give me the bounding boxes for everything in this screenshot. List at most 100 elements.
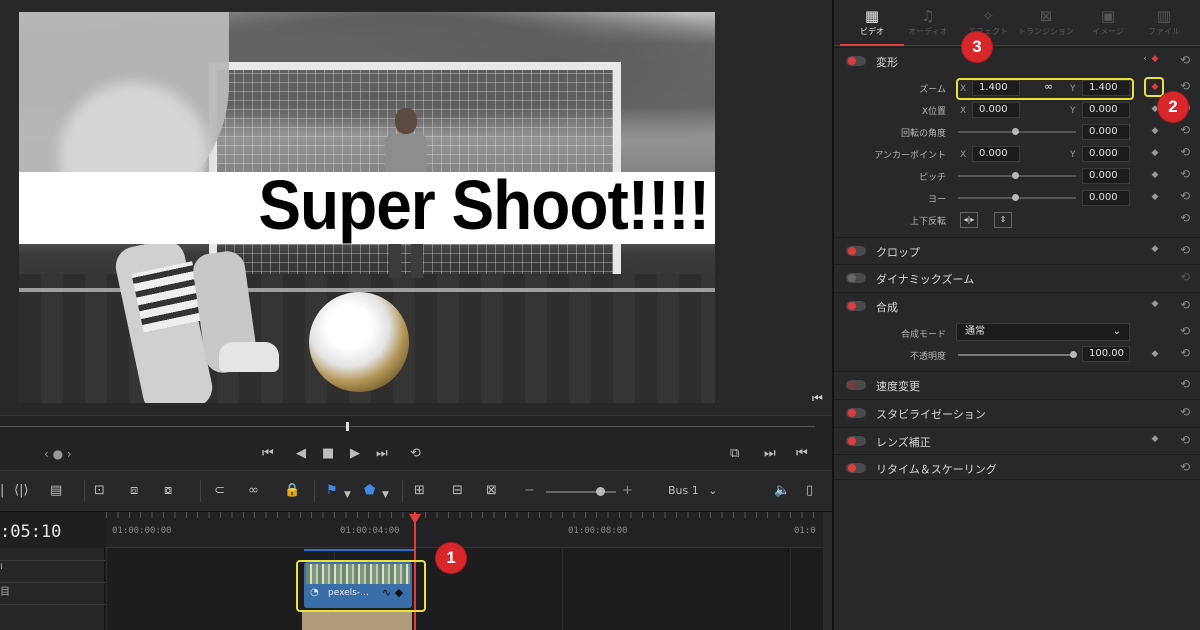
flag-dropdown-icon[interactable]: ▼: [344, 487, 351, 503]
timeline-scrollbar[interactable]: [823, 512, 832, 630]
reset-icon[interactable]: ⟲: [1180, 405, 1190, 419]
keyframe-diamond-icon[interactable]: ◆: [1150, 148, 1160, 158]
section-lens-correction[interactable]: レンズ補正 ◆ ⟲: [834, 427, 1200, 453]
keyframe-diamond-icon[interactable]: ◆: [1150, 244, 1160, 254]
flip-vertical-icon[interactable]: ⇕: [994, 212, 1012, 228]
tab-audio[interactable]: ♫ オーディオ: [896, 6, 960, 46]
stop-icon[interactable]: ■: [322, 446, 334, 462]
insert-clip-icon[interactable]: ⊡: [94, 483, 105, 499]
reset-icon[interactable]: ⟲: [1180, 243, 1190, 257]
lens-toggle[interactable]: [846, 436, 866, 446]
section-transform[interactable]: 変形 ‹ ◆ ⟲: [834, 47, 1200, 73]
replace-clip-icon[interactable]: ⧇: [164, 483, 172, 499]
position-y-field[interactable]: 0.000: [1082, 102, 1130, 118]
loop-icon[interactable]: ⟲: [410, 446, 421, 462]
reset-icon[interactable]: ⟲: [1180, 123, 1190, 137]
lock-icon[interactable]: 🔒: [284, 483, 300, 499]
trim-tool-icon[interactable]: |: [0, 483, 4, 499]
keyframe-diamond-icon[interactable]: ◆: [1150, 170, 1160, 180]
reset-icon[interactable]: ⟲: [1180, 324, 1190, 338]
scrub-head[interactable]: [346, 422, 349, 431]
keyframe-diamond-icon[interactable]: ◆: [1150, 434, 1160, 444]
speaker-icon[interactable]: 🔈: [774, 483, 790, 499]
zoom-in-icon[interactable]: +: [622, 483, 633, 499]
rotation-field[interactable]: 0.000: [1082, 124, 1130, 140]
position-x-field[interactable]: 0.000: [972, 102, 1020, 118]
section-retime-scaling[interactable]: リタイム＆スケーリング ⟲: [834, 454, 1200, 480]
marker-dropdown-icon[interactable]: ▼: [382, 487, 389, 503]
track-header-video[interactable]: ı: [0, 560, 105, 582]
tab-video[interactable]: ▦ ビデオ: [840, 6, 904, 46]
tab-file[interactable]: ▥ ファイル: [1132, 6, 1196, 46]
composite-mode-dropdown[interactable]: 通常 ⌄: [956, 323, 1130, 341]
pitch-slider-knob[interactable]: [1012, 172, 1019, 179]
play-icon[interactable]: ▶: [350, 446, 360, 462]
opacity-slider[interactable]: [958, 354, 1076, 356]
retime-toggle[interactable]: [846, 463, 866, 473]
yaw-slider-knob[interactable]: [1012, 194, 1019, 201]
keyframe-diamond-icon[interactable]: ◆: [1150, 126, 1160, 136]
opacity-field[interactable]: 100.00: [1082, 346, 1130, 362]
flip-horizontal-icon[interactable]: ◂|▸: [960, 212, 978, 228]
play-reverse-icon[interactable]: ◀: [296, 446, 306, 462]
audio-bus-dropdown[interactable]: Bus 1 ⌄: [668, 484, 717, 497]
marker-icon[interactable]: ⬟: [364, 483, 375, 499]
reset-icon[interactable]: ⟲: [1180, 79, 1190, 93]
zoom-detail-icon[interactable]: ⊟: [452, 483, 463, 499]
composite-toggle[interactable]: [846, 301, 866, 311]
anchor-x-field[interactable]: 0.000: [972, 146, 1020, 162]
section-stabilization[interactable]: スタビライゼーション ⟲: [834, 399, 1200, 425]
zoom-out-icon[interactable]: −: [524, 483, 535, 499]
keyframe-diamond-icon[interactable]: ◆: [1150, 192, 1160, 202]
track-header-audio[interactable]: 目: [0, 582, 105, 604]
reset-icon[interactable]: ⟲: [1180, 346, 1190, 360]
keyframe-nav-icon[interactable]: ‹: [1140, 54, 1150, 64]
go-to-end-icon[interactable]: ⏮: [812, 391, 826, 405]
zoom-full-icon[interactable]: ⊞: [414, 483, 425, 499]
tab-image[interactable]: ▣ イメージ: [1076, 6, 1140, 46]
video-preview[interactable]: Super Shoot!!!!: [19, 12, 715, 403]
clip-nav-control[interactable]: ‹ ● ›: [44, 447, 72, 461]
opacity-slider-knob[interactable]: [1070, 351, 1077, 358]
section-composite[interactable]: 合成 ◆ ⟲: [834, 292, 1200, 318]
section-dynamic-zoom[interactable]: ダイナミックズーム ⟲: [834, 264, 1200, 290]
speed-toggle[interactable]: [846, 380, 866, 390]
blade-tool-icon[interactable]: ▤: [50, 483, 62, 499]
crop-toggle[interactable]: [846, 246, 866, 256]
jump-to-start-icon[interactable]: ⏮: [262, 446, 274, 462]
transform-toggle[interactable]: [846, 56, 866, 66]
audio-clip-bar[interactable]: [302, 612, 412, 630]
snapping-icon[interactable]: ⊂: [214, 483, 225, 499]
keyframe-diamond-icon[interactable]: ◆: [1150, 54, 1160, 64]
zoom-custom-icon[interactable]: ⊠: [486, 483, 497, 499]
timeline-zoom-slider[interactable]: [546, 491, 616, 493]
reset-icon[interactable]: ⟲: [1180, 211, 1190, 225]
scrub-bar[interactable]: [0, 426, 815, 427]
yaw-field[interactable]: 0.000: [1082, 190, 1130, 206]
timeline-ruler[interactable]: 01:00:00:00 01:00:04:00 01:00:08:00 01:0: [106, 512, 823, 548]
track-header-empty[interactable]: [0, 604, 105, 626]
keyframe-diamond-icon[interactable]: ◆: [1150, 349, 1160, 359]
reset-icon[interactable]: ⟲: [1180, 433, 1190, 447]
section-speed-change[interactable]: 速度変更 ⟲: [834, 371, 1200, 397]
anchor-y-field[interactable]: 0.000: [1082, 146, 1130, 162]
reset-icon[interactable]: ⟲: [1180, 460, 1190, 474]
flag-icon[interactable]: ⚑: [326, 483, 338, 499]
section-crop[interactable]: クロップ ◆ ⟲: [834, 237, 1200, 263]
stabilization-toggle[interactable]: [846, 408, 866, 418]
dynamic-trim-icon[interactable]: ⟨|⟩: [14, 483, 29, 499]
meter-icon[interactable]: ▯: [806, 483, 813, 499]
jump-to-end-icon[interactable]: ⏭: [376, 446, 388, 462]
link-icon[interactable]: ∞: [248, 483, 259, 499]
dynamic-zoom-toggle[interactable]: [846, 273, 866, 283]
reset-icon[interactable]: ⟲: [1180, 53, 1190, 67]
overwrite-clip-icon[interactable]: ⧈: [130, 483, 138, 499]
tab-transition[interactable]: ⊠ トランジション: [1014, 6, 1078, 46]
reset-icon[interactable]: ⟲: [1180, 270, 1190, 284]
reset-icon[interactable]: ⟲: [1180, 298, 1190, 312]
keyframe-diamond-icon[interactable]: ◆: [1150, 299, 1160, 309]
next-edit-icon[interactable]: ⏭: [764, 446, 776, 462]
reset-icon[interactable]: ⟲: [1180, 167, 1190, 181]
reset-icon[interactable]: ⟲: [1180, 145, 1190, 159]
pitch-field[interactable]: 0.000: [1082, 168, 1130, 184]
